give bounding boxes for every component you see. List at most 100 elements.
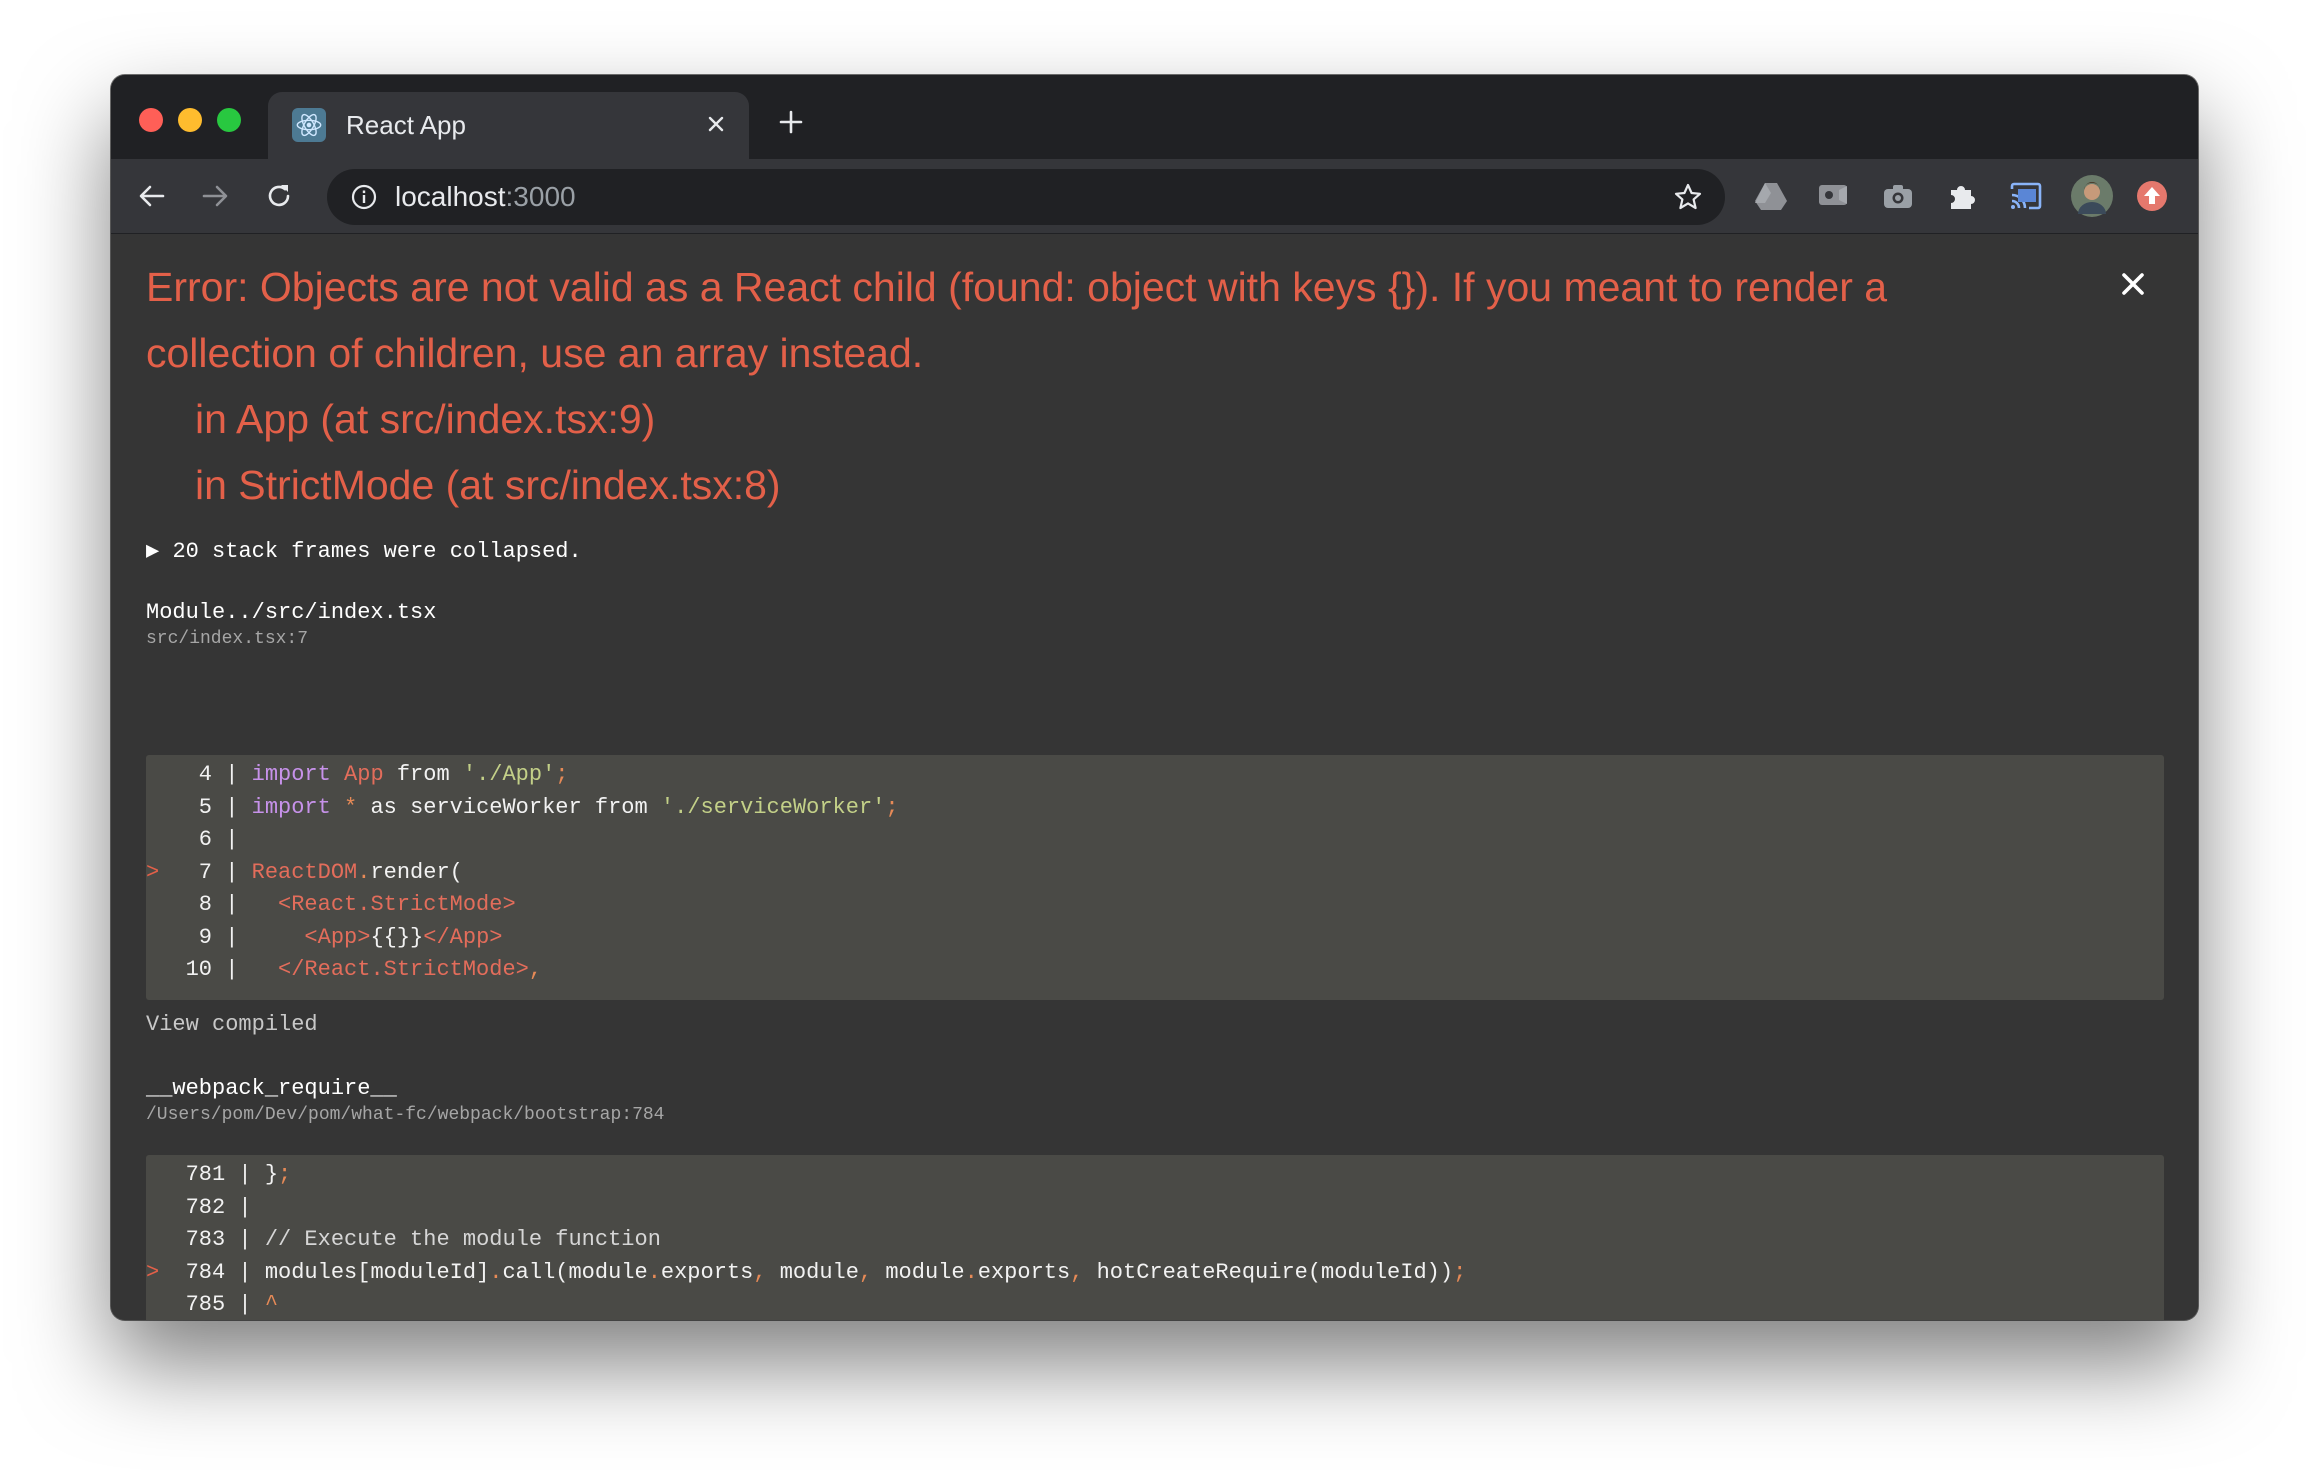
error-overlay: Error: Objects are not valid as a React …: [111, 234, 2198, 1320]
browser-toolbar: localhost:3000: [111, 159, 2198, 234]
code-token: ,: [1070, 1259, 1097, 1285]
line-number: 782 |: [172, 1194, 265, 1220]
error-line-marker: [146, 1227, 172, 1252]
code-token: ^: [264, 1292, 279, 1317]
code-token: call(module: [502, 1259, 648, 1285]
line-number: 4 |: [172, 762, 252, 787]
code-token: render(: [370, 859, 463, 885]
code-token: modules[moduleId]: [264, 1259, 490, 1285]
window-minimize-button[interactable]: [178, 108, 202, 132]
tab-title: React App: [346, 110, 466, 140]
code-token: hotCreateRequire(moduleId)): [1096, 1259, 1454, 1285]
screen-recorder-icon[interactable]: [1816, 178, 1852, 214]
code-line: 783 | // Execute the module function: [146, 1224, 661, 1256]
line-number: 10 |: [172, 957, 252, 982]
code-token: }: [264, 1162, 279, 1187]
code-line: 10 | </React.StrictMode>,: [146, 954, 542, 986]
profile-avatar[interactable]: [2070, 174, 2114, 218]
tab-strip: React App: [111, 75, 2198, 159]
react-favicon-icon: [292, 108, 326, 142]
code-token: ;: [555, 762, 569, 787]
camera-icon[interactable]: [1880, 178, 1916, 214]
error-line-marker: [146, 1292, 172, 1317]
tab-close-icon[interactable]: [701, 109, 731, 139]
error-line-marker: [146, 1195, 172, 1220]
code-token: {{}}: [370, 924, 424, 950]
error-line-marker: >: [146, 859, 173, 885]
new-tab-plus-icon[interactable]: [774, 105, 808, 139]
frame-2-name: __webpack_require__: [146, 1076, 397, 1101]
error-line-1: Error: Objects are not valid as a React …: [146, 264, 1888, 310]
google-drive-icon[interactable]: [1753, 178, 1789, 214]
line-number: 8 |: [172, 892, 252, 917]
code-token: <App>: [251, 924, 371, 950]
code-token: ;: [278, 1162, 292, 1187]
code-line: > 7 | ReactDOM.render(: [146, 857, 463, 889]
code-token: ;: [1453, 1259, 1467, 1285]
url-host: localhost: [395, 181, 506, 212]
line-number: 785 |: [172, 1292, 265, 1317]
reload-icon[interactable]: [260, 177, 298, 215]
code-token: App: [344, 762, 397, 787]
error-line-marker: [146, 1162, 172, 1187]
line-number: 7 |: [172, 859, 252, 885]
code-token: ;: [885, 794, 899, 820]
code-line: 4 | import App from './App';: [146, 759, 569, 791]
back-arrow-icon[interactable]: [133, 177, 171, 215]
error-line-marker: >: [146, 1259, 173, 1285]
url-text[interactable]: localhost:3000: [395, 181, 576, 213]
bookmark-star-icon[interactable]: [1671, 180, 1705, 214]
cast-icon[interactable]: [2008, 178, 2044, 214]
code-token: .: [357, 859, 371, 885]
code-token: <React.StrictMode>: [251, 892, 516, 917]
code-token: from: [396, 762, 463, 787]
code-line: 782 |: [146, 1192, 265, 1224]
close-overlay-icon[interactable]: [2116, 267, 2150, 301]
window-maximize-button[interactable]: [217, 108, 241, 132]
error-line-marker: [146, 892, 172, 917]
code-token: .: [964, 1259, 978, 1285]
code-token: *: [344, 794, 371, 820]
collapsed-frames-toggle[interactable]: ▶ 20 stack frames were collapsed.: [146, 537, 582, 567]
frame-1-file[interactable]: src/index.tsx:7: [146, 627, 308, 651]
code-line: 8 | <React.StrictMode>: [146, 889, 516, 921]
code-token: serviceWorker: [410, 794, 595, 820]
error-stack-app: in App (at src/index.tsx:9): [195, 396, 656, 442]
frame-2-code: 781 | }; 782 | 783 | // Execute the modu…: [146, 1155, 2164, 1320]
error-message: Error: Objects are not valid as a React …: [146, 254, 2126, 518]
code-token: ,: [528, 957, 543, 982]
update-icon[interactable]: [2134, 178, 2170, 214]
url-port: :3000: [505, 181, 576, 212]
code-line: 6 |: [146, 824, 252, 856]
code-line: 781 | };: [146, 1159, 292, 1191]
code-line: 785 | ^: [146, 1289, 278, 1320]
puzzle-extensions-icon[interactable]: [1944, 178, 1980, 214]
view-compiled-link[interactable]: View compiled: [146, 1010, 318, 1040]
code-token: import: [251, 762, 345, 787]
error-line-marker: [146, 762, 172, 787]
code-line: 9 | <App>{{}}</App>: [146, 922, 503, 954]
browser-window: React App localhost:3000 Error: Objects …: [111, 75, 2198, 1320]
frame-2-file[interactable]: /Users/pom/Dev/pom/what-fc/webpack/boots…: [146, 1103, 664, 1127]
code-token: // Execute the module function: [264, 1227, 661, 1252]
error-line-marker: [146, 957, 172, 982]
code-line: 5 | import * as serviceWorker from './se…: [146, 792, 899, 824]
window-close-button[interactable]: [139, 108, 163, 132]
frame-1-code: 4 | import App from './App'; 5 | import …: [146, 755, 2164, 1000]
code-token: from: [594, 794, 661, 820]
address-bar[interactable]: localhost:3000: [327, 169, 1725, 225]
forward-arrow-icon[interactable]: [196, 177, 234, 215]
frame-1-name: Module../src/index.tsx: [146, 600, 437, 625]
code-token: exports: [660, 1259, 754, 1285]
line-number: 784 |: [172, 1259, 265, 1285]
code-token: ReactDOM: [251, 859, 358, 885]
error-line-marker: [146, 827, 172, 852]
code-token: </React.StrictMode>: [251, 957, 529, 982]
code-token: </App>: [423, 924, 503, 950]
code-token: './App': [462, 762, 556, 787]
site-info-icon[interactable]: [349, 182, 379, 212]
tab-react-app[interactable]: React App: [268, 92, 749, 159]
code-token: .: [489, 1259, 503, 1285]
code-token: module: [885, 1259, 965, 1285]
error-line-2: collection of children, use an array ins…: [146, 330, 924, 376]
